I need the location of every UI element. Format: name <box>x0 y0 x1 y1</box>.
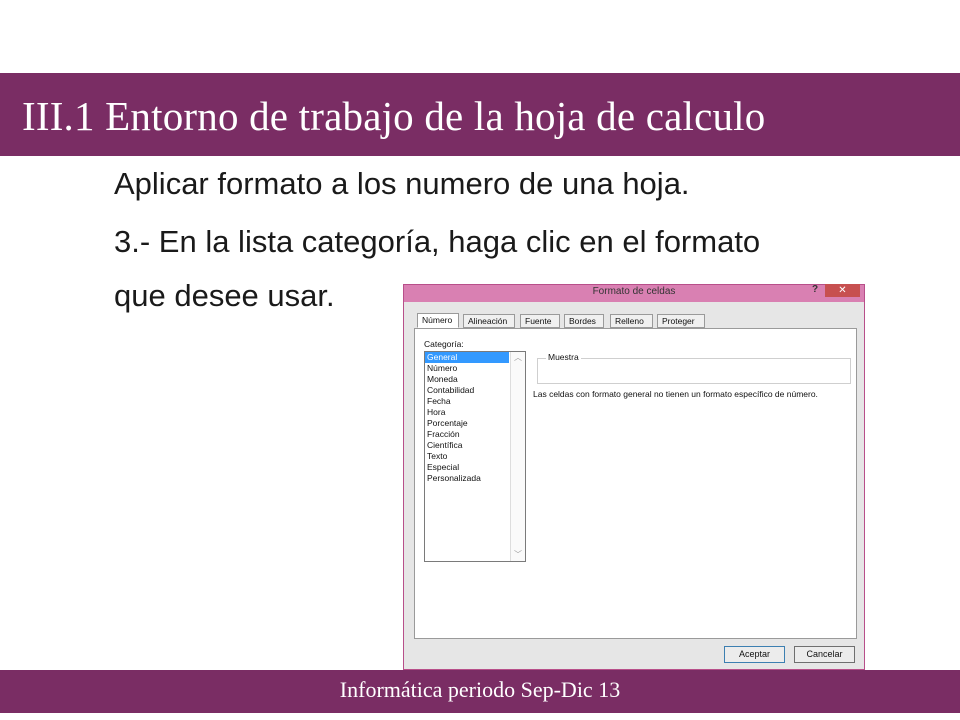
instruction-heading: Aplicar formato a los numero de una hoja… <box>114 166 690 201</box>
close-icon[interactable]: ✕ <box>825 284 860 297</box>
cancel-button[interactable]: Cancelar <box>794 646 855 663</box>
format-description: Las celdas con formato general no tienen… <box>533 389 818 399</box>
slide-title: III.1 Entorno de trabajo de la hoja de c… <box>22 93 766 139</box>
accept-button[interactable]: Aceptar <box>724 646 785 663</box>
category-label: Categoría: <box>424 339 464 349</box>
category-scrollbar[interactable]: ︿ ﹀ <box>510 352 525 561</box>
dialog-title: Formato de celdas <box>592 286 676 297</box>
tab-relleno[interactable]: Relleno <box>610 314 653 328</box>
tab-alineacion[interactable]: Alineación <box>463 314 515 328</box>
tab-numero[interactable]: Número <box>417 313 459 328</box>
tab-bordes[interactable]: Bordes <box>564 314 604 328</box>
number-tab-panel: Categoría: General Número Moneda Contabi… <box>414 328 857 639</box>
dialog-titlebar: Formato de celdas ? ✕ <box>404 284 864 302</box>
help-icon[interactable]: ? <box>812 284 818 295</box>
format-cells-dialog: Formato de celdas ? ✕ Número Alineación … <box>403 284 865 670</box>
sample-box <box>537 358 851 384</box>
tab-proteger[interactable]: Proteger <box>657 314 705 328</box>
category-item-general[interactable]: General <box>425 352 509 363</box>
footer-text: Informática periodo Sep-Dic 13 <box>339 677 621 702</box>
sample-label: Muestra <box>546 352 581 362</box>
scroll-down-icon[interactable]: ﹀ <box>511 549 525 561</box>
scroll-up-icon[interactable]: ︿ <box>511 352 525 364</box>
category-listbox[interactable]: General Número Moneda Contabilidad Fecha… <box>424 351 526 562</box>
instruction-step: 3.- En la lista categoría, haga clic en … <box>114 224 761 259</box>
instruction-step-continued: que desee usar. <box>114 278 335 313</box>
tab-fuente[interactable]: Fuente <box>520 314 560 328</box>
